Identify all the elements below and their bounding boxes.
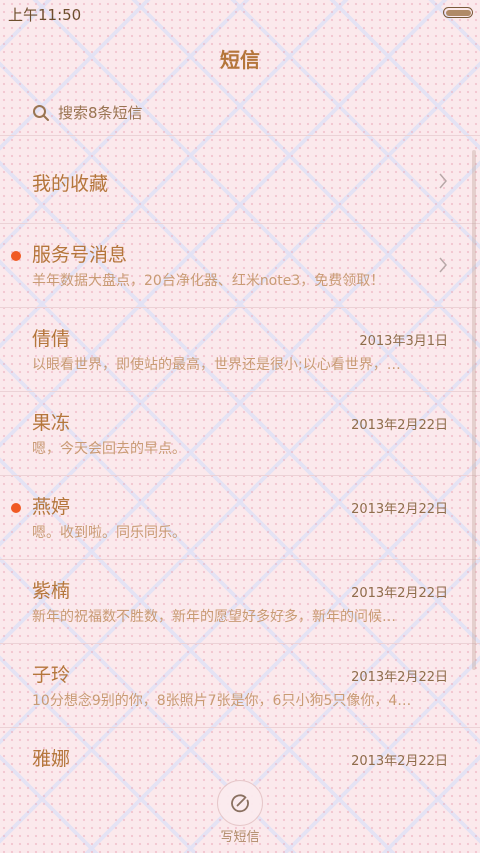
page-title: 短信 — [220, 48, 260, 72]
conversation-item[interactable]: 果冻 2013年2月22日 嗯，今天会回去的早点。 — [0, 392, 480, 476]
compose-icon — [231, 794, 249, 813]
status-bar: 上午11:50 — [0, 0, 480, 28]
service-messages-title: 服务号消息 — [32, 244, 128, 266]
message-date: 2013年2月22日 — [351, 586, 448, 601]
message-snippet: 嗯。收到啦。同乐同乐。 — [32, 525, 186, 541]
contact-name: 子玲 — [32, 664, 71, 686]
compose-label: 写短信 — [220, 830, 260, 845]
battery-level — [445, 9, 471, 16]
favorites-item[interactable]: 我的收藏 — [0, 140, 480, 224]
conversation-item[interactable]: 紫楠 2013年2月22日 新年的祝福数不胜数，新年的愿望好多好多，新年的问候… — [0, 560, 480, 644]
message-snippet: 10分想念9别的你，8张照片7张是你，6只小狗5只像你，4… — [32, 693, 412, 709]
service-messages-item[interactable]: 服务号消息 羊年数据大盘点，20台净化器、红米note3，免费领取！ — [0, 224, 480, 308]
contact-name: 雅娜 — [32, 748, 71, 770]
contact-name: 果冻 — [32, 412, 71, 434]
conversation-item[interactable]: 倩倩 2013年3月1日 以眼看世界，即使站的最高，世界还是很小;以心看世界，… — [0, 308, 480, 392]
search-bar[interactable]: 搜索8条短信 — [0, 90, 480, 136]
search-input[interactable]: 搜索8条短信 — [58, 102, 143, 123]
chevron-right-icon — [439, 173, 447, 189]
message-date: 2013年2月22日 — [351, 418, 448, 433]
contact-name: 紫楠 — [32, 580, 71, 602]
unread-dot — [11, 503, 21, 513]
conversation-item[interactable]: 子玲 2013年2月22日 10分想念9别的你，8张照片7张是你，6只小狗5只像… — [0, 644, 480, 728]
message-date: 2013年3月1日 — [359, 334, 448, 349]
conversation-item[interactable]: 燕婷 2013年2月22日 嗯。收到啦。同乐同乐。 — [0, 476, 480, 560]
contact-name: 燕婷 — [32, 496, 71, 518]
message-date: 2013年2月22日 — [351, 754, 448, 769]
message-snippet: 以眼看世界，即使站的最高，世界还是很小;以心看世界，… — [32, 357, 401, 373]
contact-name: 倩倩 — [32, 328, 71, 350]
status-time: 上午11:50 — [8, 6, 82, 24]
service-messages-snippet: 羊年数据大盘点，20台净化器、红米note3，免费领取！ — [32, 273, 385, 289]
scrollbar[interactable] — [472, 150, 476, 670]
message-snippet: 嗯，今天会回去的早点。 — [32, 441, 186, 457]
battery-icon — [443, 7, 473, 18]
compose-button[interactable] — [217, 780, 263, 826]
favorites-label: 我的收藏 — [32, 173, 109, 195]
message-date: 2013年2月22日 — [351, 670, 448, 685]
conversation-item[interactable]: 雅娜 2013年2月22日 — [0, 728, 480, 770]
search-icon — [33, 105, 49, 121]
conversation-list[interactable]: 我的收藏 服务号消息 羊年数据大盘点，20台净化器、红米note3，免费领取！ … — [0, 140, 480, 770]
unread-dot — [11, 251, 21, 261]
message-date: 2013年2月22日 — [351, 502, 448, 517]
chevron-right-icon — [439, 257, 447, 273]
message-snippet: 新年的祝福数不胜数，新年的愿望好多好多，新年的问候… — [32, 609, 396, 625]
